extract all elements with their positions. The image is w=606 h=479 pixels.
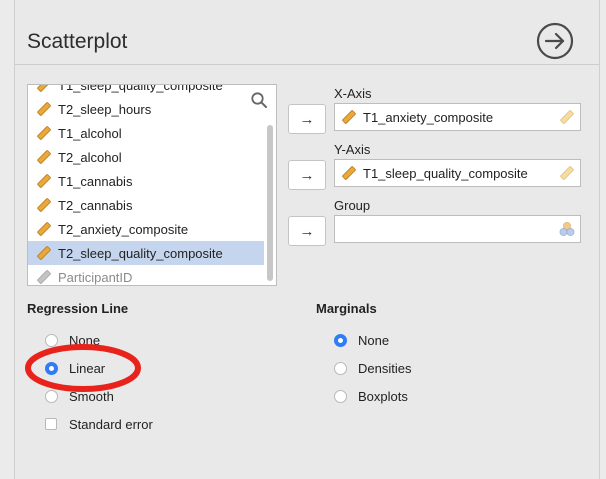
- checkbox[interactable]: [45, 418, 57, 430]
- variable-item[interactable]: T2_cannabis: [28, 193, 264, 217]
- continuous-ruler-icon: [342, 110, 356, 124]
- option-label: Boxplots: [358, 388, 408, 404]
- continuous-ruler-icon: [37, 102, 51, 116]
- variable-item[interactable]: T1_alcohol: [28, 121, 264, 145]
- variable-item[interactable]: T2_alcohol: [28, 145, 264, 169]
- variable-label: T2_alcohol: [58, 149, 122, 165]
- regression-smooth-radio[interactable]: Smooth: [45, 386, 114, 406]
- x-axis-value: T1_anxiety_composite: [363, 109, 494, 125]
- scatterplot-panel: Scatterplot T1_sleep_quality_composite T…: [14, 0, 600, 479]
- continuous-ruler-icon: [37, 150, 51, 164]
- continuous-ruler-icon: [560, 166, 574, 180]
- variable-item[interactable]: T1_cannabis: [28, 169, 264, 193]
- scroll-thumb[interactable]: [267, 125, 273, 281]
- continuous-ruler-icon: [37, 198, 51, 212]
- radio-button[interactable]: [334, 389, 347, 403]
- standard-error-checkbox[interactable]: Standard error: [45, 414, 153, 434]
- marginals-none-radio[interactable]: None: [334, 330, 389, 350]
- continuous-ruler-icon: [342, 166, 356, 180]
- variable-list-scrollbar[interactable]: [265, 85, 276, 285]
- regression-linear-radio[interactable]: Linear: [45, 358, 105, 378]
- continuous-ruler-icon: [37, 126, 51, 140]
- marginals-densities-radio[interactable]: Densities: [334, 358, 411, 378]
- x-axis-transfer-button[interactable]: →: [288, 104, 326, 134]
- continuous-ruler-icon: [37, 85, 51, 92]
- x-axis-field[interactable]: T1_anxiety_composite: [334, 103, 581, 131]
- radio-button[interactable]: [334, 361, 347, 375]
- variable-label: T2_sleep_hours: [58, 101, 152, 117]
- variable-item[interactable]: T2_sleep_hours: [28, 97, 264, 121]
- variable-label: T1_cannabis: [58, 173, 133, 189]
- circle-arrow-right-icon[interactable]: [536, 22, 574, 60]
- variable-label: ParticipantID: [58, 269, 133, 285]
- x-axis-label: X-Axis: [334, 86, 372, 101]
- variable-list[interactable]: T1_sleep_quality_composite T2_sleep_hour…: [27, 84, 277, 286]
- variable-label: T2_sleep_quality_composite: [58, 245, 223, 261]
- option-label: None: [69, 332, 101, 348]
- group-label: Group: [334, 198, 371, 213]
- variable-item[interactable]: T1_sleep_quality_composite: [28, 84, 264, 97]
- panel-title: Scatterplot: [27, 30, 128, 53]
- y-axis-field[interactable]: T1_sleep_quality_composite: [334, 159, 581, 187]
- marginals-title: Marginals: [316, 301, 377, 316]
- continuous-ruler-icon: [37, 222, 51, 236]
- nominal-circles-icon: [559, 222, 575, 236]
- group-transfer-button[interactable]: →: [288, 216, 326, 246]
- radio-button-checked[interactable]: [45, 361, 58, 375]
- regression-line-title: Regression Line: [27, 301, 129, 316]
- y-axis-value: T1_sleep_quality_composite: [363, 165, 528, 181]
- continuous-ruler-icon: [37, 246, 51, 260]
- variable-item-disabled[interactable]: ParticipantID: [28, 265, 264, 285]
- variable-label: T1_alcohol: [58, 125, 122, 141]
- marginals-boxplots-radio[interactable]: Boxplots: [334, 386, 408, 406]
- radio-button[interactable]: [45, 333, 58, 347]
- option-label: Densities: [358, 360, 412, 376]
- option-label: None: [358, 332, 390, 348]
- variable-item-selected[interactable]: T2_sleep_quality_composite: [28, 241, 264, 265]
- variable-item[interactable]: T2_anxiety_composite: [28, 217, 264, 241]
- variable-label: T2_anxiety_composite: [58, 221, 189, 237]
- regression-none-radio[interactable]: None: [45, 330, 100, 350]
- radio-button[interactable]: [45, 389, 58, 403]
- group-field[interactable]: [334, 215, 581, 243]
- y-axis-label: Y-Axis: [334, 142, 371, 157]
- option-label: Smooth: [69, 388, 114, 404]
- radio-button-checked[interactable]: [334, 333, 347, 347]
- variable-label: T1_sleep_quality_composite: [58, 84, 223, 93]
- variable-label: T2_cannabis: [58, 197, 133, 213]
- option-label: Linear: [69, 360, 106, 376]
- y-axis-transfer-button[interactable]: →: [288, 160, 326, 190]
- option-label: Standard error: [69, 416, 153, 432]
- continuous-ruler-icon: [37, 174, 51, 188]
- nominal-text-icon: [37, 270, 51, 284]
- continuous-ruler-icon: [560, 110, 574, 124]
- panel-header: Scatterplot: [15, 0, 599, 65]
